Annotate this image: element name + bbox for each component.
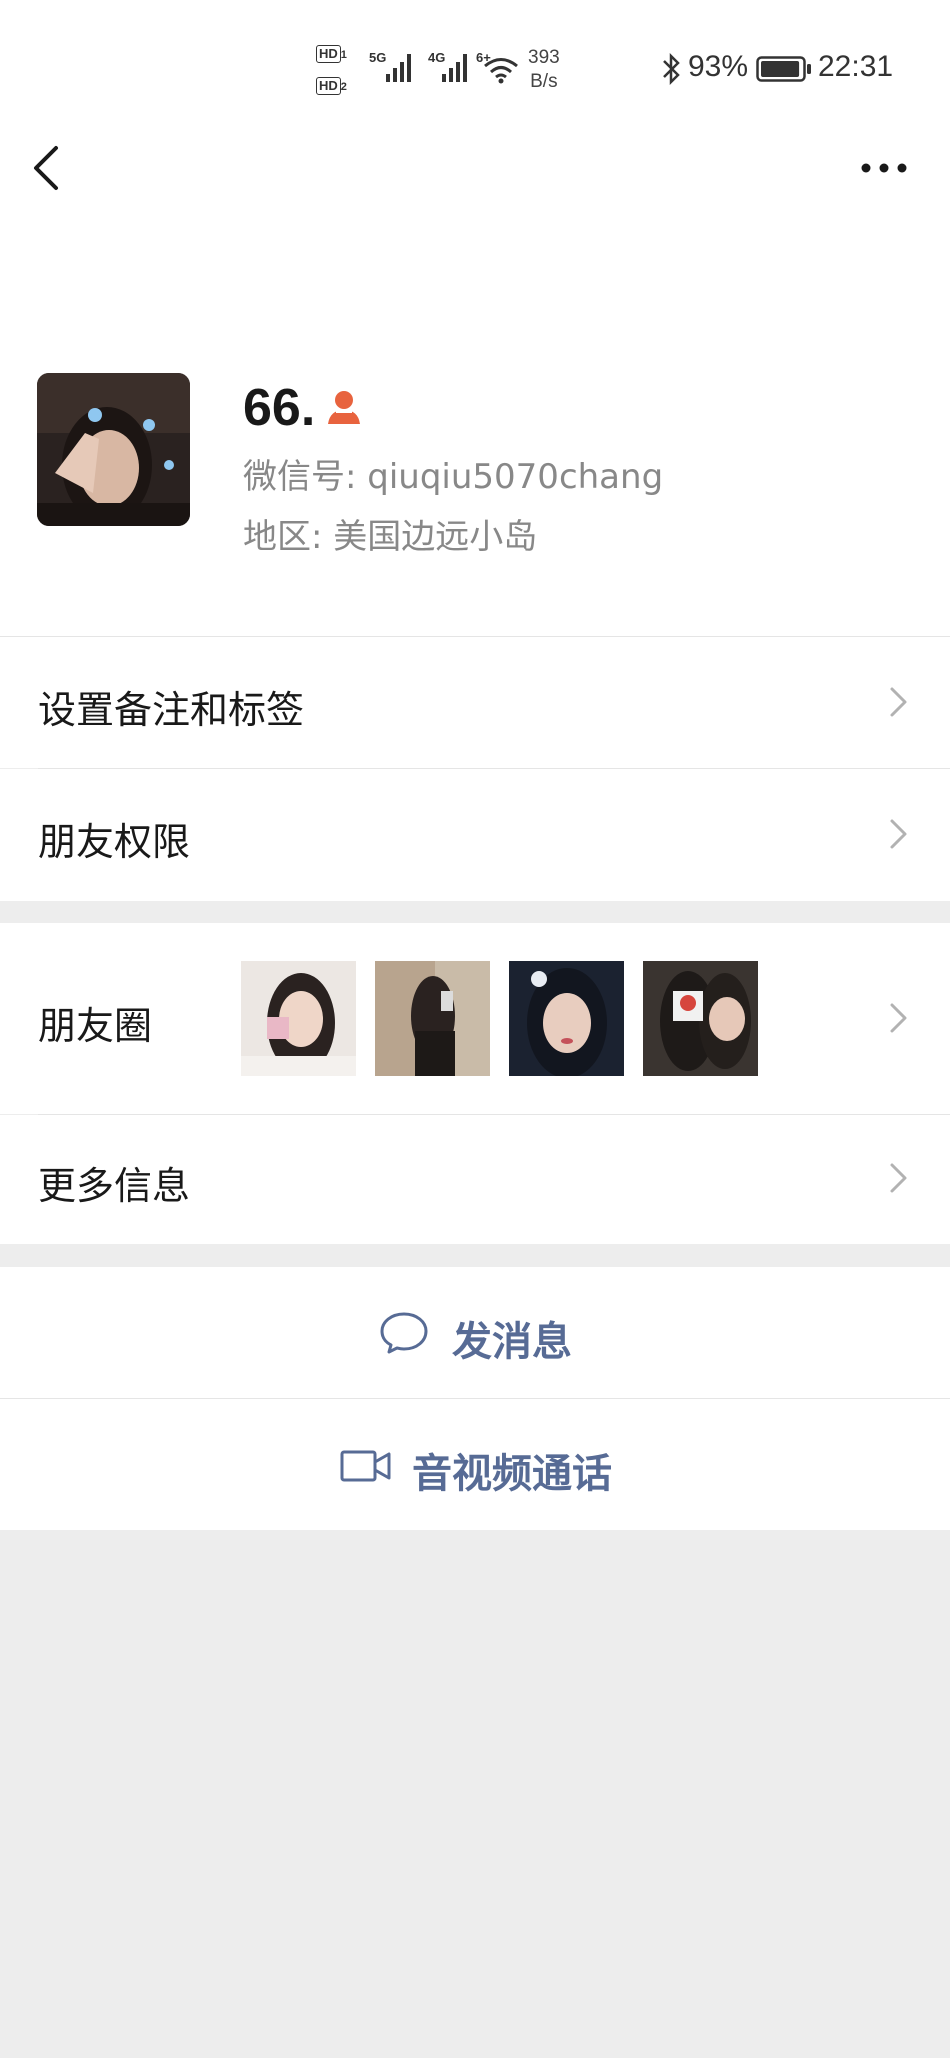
more-options-button[interactable] xyxy=(856,150,912,186)
clock: 22:31 xyxy=(818,50,894,83)
hd-sub-1: 1 xyxy=(340,49,347,61)
battery-icon xyxy=(756,56,811,82)
status-bar: HD 1 HD 2 5G 4G 6+ 393 B/s 93% 22:31 xyxy=(0,0,950,130)
remarks-tags-row[interactable]: 设置备注和标签 xyxy=(0,637,950,768)
signal-icon-1 xyxy=(386,54,411,82)
chevron-right-icon xyxy=(890,819,907,849)
hd-label-1: HD xyxy=(316,45,341,63)
friend-permissions-row[interactable]: 朋友权限 xyxy=(0,769,950,901)
moments-thumbnail-3 xyxy=(509,961,624,1076)
hd-label-2: HD xyxy=(316,77,341,95)
network-speed-unit: B/s xyxy=(530,71,558,92)
network-speed: 393 B/s xyxy=(528,46,560,94)
wifi-icon xyxy=(484,58,518,84)
chevron-right-icon xyxy=(890,1003,907,1033)
network-speed-value: 393 xyxy=(528,47,560,68)
back-button[interactable] xyxy=(28,140,68,196)
wechat-id: 微信号: qiuqiu5070chang xyxy=(243,457,664,497)
more-info-label: 更多信息 xyxy=(38,1164,191,1208)
avatar[interactable] xyxy=(37,373,190,526)
signal-icon-2 xyxy=(442,54,467,82)
chevron-right-icon xyxy=(890,1163,907,1193)
send-message-button[interactable]: 发消息 xyxy=(0,1267,950,1398)
video-camera-icon xyxy=(340,1450,391,1482)
remarks-tags-label: 设置备注和标签 xyxy=(38,688,305,732)
video-call-button[interactable]: 音视频通话 xyxy=(0,1399,950,1530)
battery-percent: 93% xyxy=(688,50,749,83)
more-info-row[interactable]: 更多信息 xyxy=(0,1115,950,1244)
bluetooth-icon xyxy=(663,52,680,86)
hd-indicator-2: HD 2 xyxy=(316,72,347,101)
avatar-photo xyxy=(37,373,190,526)
moments-thumbnail-1 xyxy=(241,961,356,1076)
chat-bubble-icon xyxy=(380,1312,428,1354)
hd-sub-2: 2 xyxy=(340,81,347,93)
moments-thumbnail-4 xyxy=(643,961,758,1076)
send-message-label: 发消息 xyxy=(452,1319,572,1365)
region: 地区: 美国边远小岛 xyxy=(243,517,538,557)
chevron-right-icon xyxy=(890,687,907,717)
moments-thumbnail-2 xyxy=(375,961,490,1076)
video-call-label: 音视频通话 xyxy=(412,1451,612,1497)
moments-label: 朋友圈 xyxy=(38,1004,153,1048)
profile-nickname: 66. xyxy=(243,379,316,437)
hd-indicator-1: HD 1 xyxy=(316,40,347,69)
female-gender-icon xyxy=(328,391,360,424)
friend-permissions-label: 朋友权限 xyxy=(38,820,191,864)
profile-header: HD 1 HD 2 5G 4G 6+ 393 B/s 93% 22:31 66.… xyxy=(0,0,950,636)
